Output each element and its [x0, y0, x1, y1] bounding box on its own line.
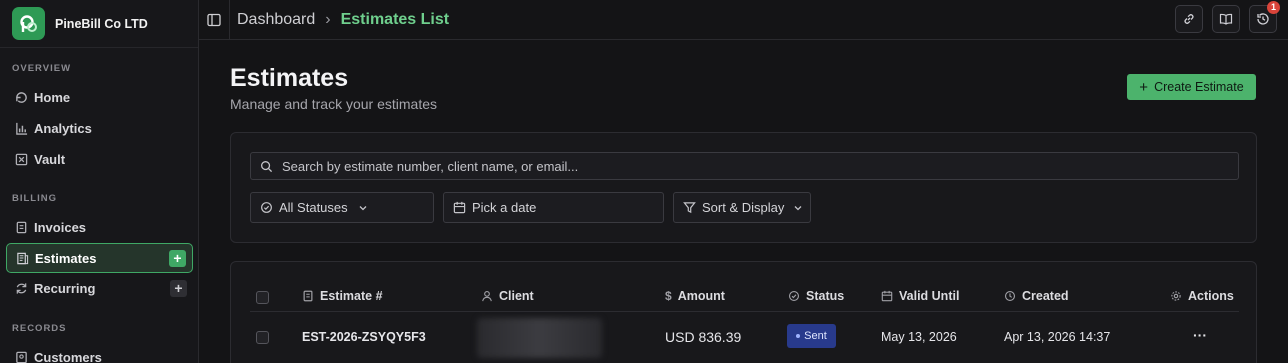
sort-display-button[interactable]: Sort & Display — [673, 192, 811, 223]
docs-button[interactable] — [1212, 5, 1240, 33]
gear-icon — [1170, 290, 1182, 302]
estimate-number[interactable]: EST-2026-ZSYQY5F3 — [302, 330, 426, 344]
plus-icon: + — [1139, 78, 1149, 96]
row-checkbox[interactable] — [256, 331, 269, 344]
sidebar-item-customers[interactable]: Customers — [6, 342, 193, 363]
create-estimate-button[interactable]: + Create Estimate — [1127, 74, 1256, 100]
sidebar-item-label: Analytics — [34, 120, 92, 136]
column-header-amount[interactable]: $ Amount — [665, 289, 725, 303]
page-subtitle: Manage and track your estimates — [230, 96, 437, 112]
status-badge: Sent — [787, 324, 836, 348]
sidebar-item-invoices[interactable]: Invoices — [6, 212, 193, 242]
brand-header[interactable]: PineBill Co LTD — [0, 0, 198, 48]
valid-until-value: May 13, 2026 — [881, 330, 957, 344]
status-label: Sent — [804, 330, 827, 342]
refresh-icon — [14, 281, 28, 295]
section-title-records: RECORDS — [12, 323, 67, 334]
history-icon — [1257, 13, 1269, 25]
sidebar-toggle-icon — [207, 13, 221, 26]
page-title: Estimates — [230, 64, 349, 92]
column-header-client[interactable]: Client — [481, 289, 534, 303]
calendar-icon — [881, 290, 893, 302]
filter-icon — [683, 201, 696, 214]
column-label: Client — [499, 289, 534, 303]
bar-chart-icon — [14, 121, 28, 135]
estimates-table: Estimate # Client $ Amount Status Valid … — [230, 261, 1257, 363]
search-placeholder: Search by estimate number, client name, … — [282, 158, 579, 174]
filter-panel: Search by estimate number, client name, … — [230, 132, 1257, 243]
home-icon — [14, 90, 28, 104]
date-picker-button[interactable]: Pick a date — [443, 192, 664, 223]
book-icon — [1219, 13, 1233, 25]
chevron-down-icon — [358, 203, 368, 213]
calendar-icon — [453, 201, 466, 214]
status-filter-label: All Statuses — [279, 200, 348, 215]
sidebar-item-vault[interactable]: Vault — [6, 144, 193, 174]
column-header-created[interactable]: Created — [1004, 289, 1069, 303]
vault-icon — [14, 152, 28, 166]
date-picker-label: Pick a date — [472, 200, 537, 215]
created-value: Apr 13, 2026 14:37 — [1004, 330, 1111, 344]
link-button[interactable] — [1175, 5, 1203, 33]
logo-icon — [12, 7, 45, 40]
add-estimate-button[interactable]: + — [169, 250, 186, 267]
column-label: Created — [1022, 289, 1069, 303]
sidebar-item-label: Estimates — [35, 250, 97, 266]
column-label: Status — [806, 289, 845, 303]
sidebar-item-label: Vault — [34, 151, 66, 167]
sidebar-item-label: Recurring — [34, 280, 96, 296]
check-circle-icon — [788, 290, 800, 302]
column-label: Amount — [677, 289, 725, 303]
section-title-overview: OVERVIEW — [12, 63, 72, 74]
brand-name: PineBill Co LTD — [55, 16, 148, 31]
topbar: Dashboard › Estimates List 1 — [199, 0, 1288, 40]
sort-display-label: Sort & Display — [702, 200, 785, 215]
notification-badge: 1 — [1267, 1, 1280, 14]
client-name-redacted — [477, 318, 602, 358]
column-header-status[interactable]: Status — [788, 289, 844, 303]
document-icon — [302, 290, 314, 302]
breadcrumb-separator: › — [325, 10, 331, 28]
amount-value: USD 836.39 — [665, 329, 742, 345]
sidebar-item-home[interactable]: Home — [6, 82, 193, 112]
search-icon — [260, 160, 273, 173]
breadcrumb-dashboard[interactable]: Dashboard — [237, 11, 315, 29]
create-estimate-label: Create Estimate — [1154, 80, 1244, 94]
row-actions-button[interactable]: ··· — [1193, 327, 1207, 343]
contacts-icon — [14, 350, 28, 363]
sidebar: PineBill Co LTD OVERVIEW Home Analytics … — [0, 0, 199, 363]
dollar-icon: $ — [665, 289, 672, 303]
sidebar-item-recurring[interactable]: Recurring + — [6, 273, 193, 303]
status-filter-dropdown[interactable]: All Statuses — [250, 192, 434, 223]
column-label: Valid Until — [899, 289, 960, 303]
column-label: Estimate # — [320, 289, 383, 303]
column-header-valid-until[interactable]: Valid Until — [881, 289, 959, 303]
receipt-icon — [15, 251, 29, 265]
sidebar-item-analytics[interactable]: Analytics — [6, 113, 193, 143]
header-divider — [250, 311, 1239, 312]
user-icon — [481, 290, 493, 302]
column-header-actions: Actions — [1170, 289, 1234, 303]
document-icon — [14, 220, 28, 234]
select-all-checkbox[interactable] — [256, 291, 269, 304]
link-icon — [1184, 14, 1194, 24]
sidebar-item-label: Home — [34, 89, 71, 105]
search-input[interactable]: Search by estimate number, client name, … — [250, 152, 1239, 180]
section-title-billing: BILLING — [12, 193, 57, 204]
add-recurring-button[interactable]: + — [170, 280, 187, 297]
column-header-estimate[interactable]: Estimate # — [302, 289, 383, 303]
sidebar-item-label: Invoices — [34, 219, 87, 235]
clock-icon — [1004, 290, 1016, 302]
chevron-down-icon — [793, 203, 803, 213]
column-label: Actions — [1188, 289, 1234, 303]
sidebar-item-label: Customers — [34, 349, 102, 363]
status-dot-icon — [796, 334, 801, 338]
breadcrumb-current: Estimates List — [340, 10, 450, 28]
sidebar-toggle-button[interactable] — [199, 0, 230, 40]
sidebar-item-estimates[interactable]: Estimates + — [6, 243, 193, 273]
check-circle-icon — [260, 201, 273, 214]
history-button[interactable]: 1 — [1249, 1, 1280, 33]
